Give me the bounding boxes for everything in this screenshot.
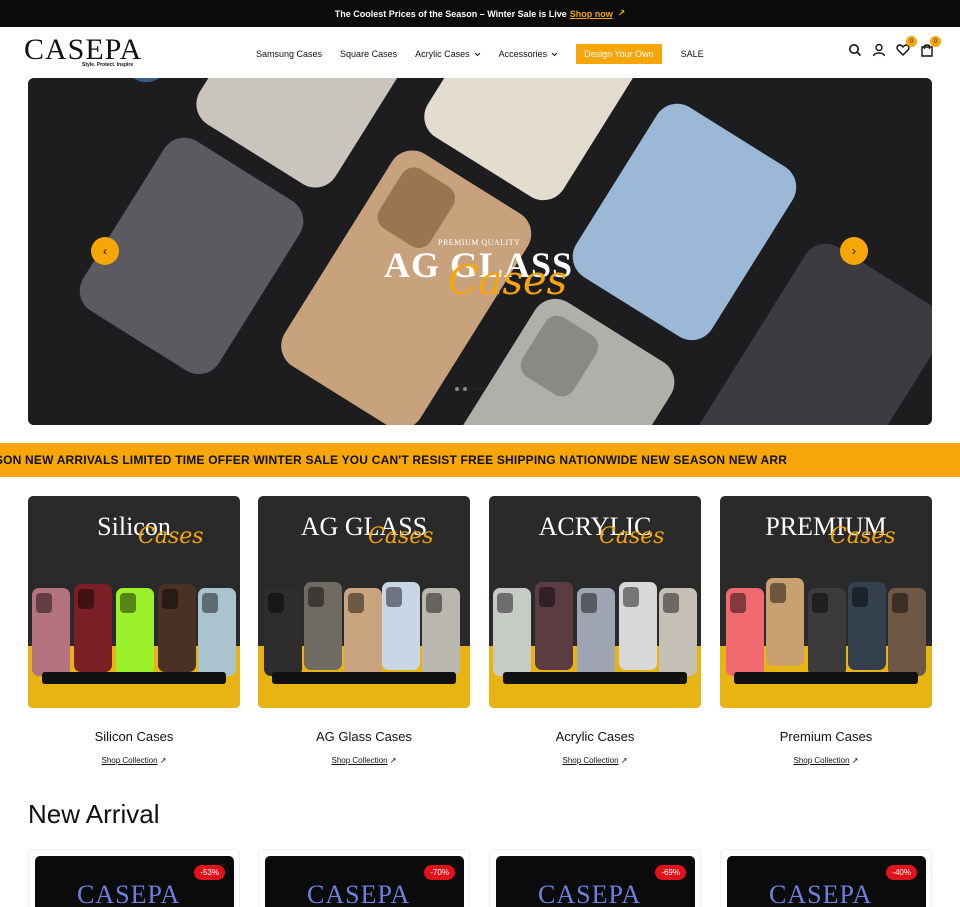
shop-collection-link[interactable]: Shop Collection ↗ [258,756,470,765]
announcement-bar: The Coolest Prices of the Season – Winte… [0,0,960,27]
collection-card[interactable]: ACRYLIC Cases Acrylic Cases Shop Collect… [489,496,701,765]
arrow-up-right-icon: ↗ [159,756,167,765]
arrow-up-right-icon: ↗ [617,8,626,18]
slider-pagination [455,387,485,391]
collection-name: Premium Cases [779,729,873,744]
arrow-up-right-icon: ↗ [389,756,397,765]
product-image[interactable]: CASEPA [265,856,464,907]
shop-collection-label: Shop Collection [331,756,388,765]
nav-sale[interactable]: SALE [681,49,704,59]
collection-title: PREMIUM [765,512,887,541]
product-card[interactable]: CASEPA -40% [720,849,932,907]
main-nav: Samsung Cases Square Cases Acrylic Cases… [256,44,722,64]
slider-dot[interactable] [455,387,459,391]
arrow-up-right-icon: ↗ [851,756,859,765]
collection-script: Cases [138,524,204,549]
product-card[interactable]: CASEPA -53% [28,849,240,907]
chevron-down-icon [474,50,481,59]
discount-badge: -69% [655,865,686,880]
discount-badge: -53% [194,865,225,880]
collection-card[interactable]: Silicon Cases Silicon Cases Shop Collect… [28,496,240,765]
collection-name: Silicon Cases [94,729,174,744]
shop-collection-link[interactable]: Shop Collection ↗ [720,756,932,765]
slider-next-button[interactable]: › [840,237,868,265]
nav-accessories-label: Accessories [498,49,548,59]
bag-icon[interactable]: 0 [920,36,941,57]
product-card[interactable]: CASEPA -69% [489,849,701,907]
nav-design-your-own[interactable]: Design Your Own [576,44,662,64]
site-header: CASEPA Style. Protect. Inspire Samsung C… [0,27,960,78]
collection-script: Cases [830,524,896,549]
search-icon[interactable] [848,43,862,57]
user-icon[interactable] [872,43,886,57]
collection-title: Silicon [97,512,171,541]
nav-acrylic-cases[interactable]: Acrylic Cases [415,49,481,59]
arrow-up-right-icon: ↗ [620,756,628,765]
nav-acrylic-label: Acrylic Cases [415,49,470,59]
cart-count-badge: 0 [930,36,941,47]
nav-accessories[interactable]: Accessories [499,49,559,59]
product-brand-logo: CASEPA [77,880,181,907]
heart-icon[interactable]: 0 [896,36,917,57]
collection-title: AG GLASS [300,512,428,541]
shop-collection-label: Shop Collection [793,756,850,765]
promo-marquee: ASON NEW ARRIVALS LIMITED TIME OFFER WIN… [0,443,960,477]
product-image[interactable]: CASEPA [35,856,234,907]
shop-now-link[interactable]: Shop now [570,9,613,19]
marquee-text: ASON NEW ARRIVALS LIMITED TIME OFFER WIN… [0,453,788,467]
discount-badge: -40% [886,865,917,880]
shop-collection-label: Shop Collection [101,756,158,765]
collection-card[interactable]: PREMIUM Cases Premium Cases Shop Collect… [720,496,932,765]
hero-script: Cases [448,258,568,304]
logo-text: CASEPA [24,33,143,66]
logo[interactable]: CASEPA Style. Protect. Inspire [24,33,144,71]
header-actions: 0 0 [848,36,941,57]
nav-square-cases[interactable]: Square Cases [340,49,397,59]
collection-title: ACRYLIC [538,512,652,541]
slider-dot[interactable] [463,387,467,391]
product-image[interactable]: CASEPA [496,856,695,907]
hero-slider: PREMIUM QUALITY AG GLASS Cases ‹ › [28,78,932,425]
collection-name: Acrylic Cases [555,729,635,744]
collection-script: Cases [368,524,434,549]
collection-script: Cases [599,524,665,549]
chevron-down-icon [551,50,558,59]
new-arrival-heading: New Arrival [28,799,160,829]
slider-dot-active[interactable] [471,387,485,391]
collection-image[interactable]: ACRYLIC Cases [489,496,701,708]
nav-samsung-cases[interactable]: Samsung Cases [256,49,322,59]
product-image[interactable]: CASEPA [727,856,926,907]
shop-collection-link[interactable]: Shop Collection ↗ [489,756,701,765]
product-brand-logo: CASEPA [769,880,873,907]
product-brand-logo: CASEPA [307,880,411,907]
discount-badge: -70% [424,865,455,880]
logo-tagline: Style. Protect. Inspire [82,62,134,68]
collection-image[interactable]: Silicon Cases [28,496,240,708]
slider-prev-button[interactable]: ‹ [91,237,119,265]
shop-collection-link[interactable]: Shop Collection ↗ [28,756,240,765]
announcement-text: The Coolest Prices of the Season – Winte… [334,8,567,19]
collection-card[interactable]: AG GLASS Cases AG Glass Cases Shop Colle… [258,496,470,765]
collection-image[interactable]: PREMIUM Cases [720,496,932,708]
product-brand-logo: CASEPA [538,880,642,907]
shop-collection-label: Shop Collection [562,756,619,765]
collection-name: AG Glass Cases [315,729,413,744]
product-card[interactable]: CASEPA -70% [258,849,470,907]
wishlist-count-badge: 0 [906,36,917,47]
collection-image[interactable]: AG GLASS Cases [258,496,470,708]
